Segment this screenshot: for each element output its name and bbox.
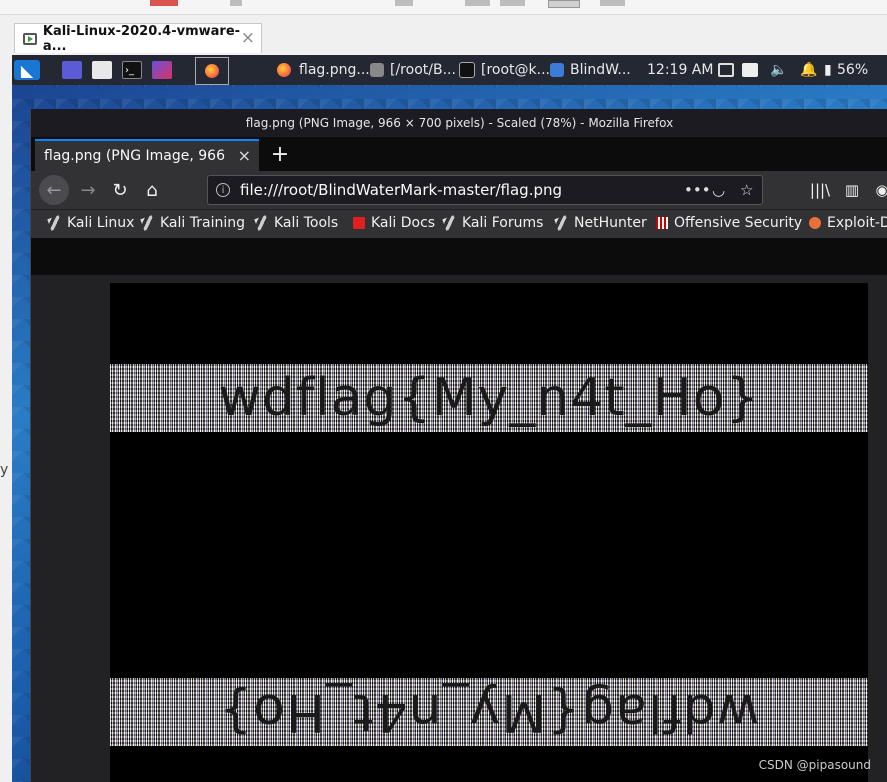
bookmark-star-icon[interactable]: ☆ bbox=[740, 181, 753, 199]
battery-level: 56% bbox=[837, 62, 869, 78]
bookmark-kali-linux[interactable]: Kali Linux bbox=[47, 215, 135, 231]
kali-dragon-icon bbox=[554, 215, 570, 231]
bookmark-nethunter[interactable]: NetHunter bbox=[554, 215, 647, 231]
watermark-band-top: wdflag{My_n4t_Ho} bbox=[110, 364, 868, 432]
taskbar-label: [/root/B... bbox=[390, 62, 456, 78]
watermark-text-bottom: wdflag{My_n4t_Ho} bbox=[218, 682, 760, 742]
taskbar-item-firefox[interactable]: flag.png... bbox=[277, 60, 370, 80]
folder-icon bbox=[550, 63, 564, 77]
battery-icon[interactable]: ▮ bbox=[824, 60, 832, 80]
terminal-icon[interactable]: ›_ bbox=[122, 60, 142, 80]
kali-dragon-icon bbox=[47, 215, 63, 231]
watermark-band-bottom: wdflag{My_n4t_Ho} bbox=[110, 678, 868, 746]
tab-label: flag.png (PNG Image, 966 bbox=[44, 148, 225, 164]
text-editor-icon bbox=[370, 63, 384, 77]
library-icon[interactable]: |||\ bbox=[805, 175, 835, 205]
new-tab-button[interactable]: + bbox=[265, 139, 295, 169]
forward-arrow-icon[interactable]: → bbox=[73, 175, 103, 205]
taskbar-item-editor[interactable]: [/root/B... bbox=[370, 60, 456, 80]
edge-glyph: y bbox=[0, 462, 9, 478]
bookmark-label: Offensive Security bbox=[674, 215, 803, 231]
vm-tab-title: Kali-Linux-2020.4-vmware-a... bbox=[42, 23, 241, 54]
host-toolbar-button[interactable] bbox=[465, 0, 490, 6]
bookmarks-toolbar: Kali Linux Kali Training Kali Tools Kali… bbox=[31, 209, 887, 238]
url-bar[interactable]: i file:///root/BlindWaterMark-master/fla… bbox=[207, 175, 763, 205]
url-text[interactable]: file:///root/BlindWaterMark-master/flag.… bbox=[240, 181, 562, 199]
bookmark-kali-docs[interactable]: Kali Docs bbox=[353, 215, 435, 231]
host-toolbar-button[interactable] bbox=[230, 0, 242, 6]
kali-dragon-icon bbox=[442, 215, 458, 231]
taskbar-item-terminal[interactable]: [root@k... bbox=[459, 60, 550, 80]
tab-strip: flag.png (PNG Image, 966 × + bbox=[31, 137, 887, 171]
bookmark-label: NetHunter bbox=[574, 215, 647, 231]
taskbar-label: BlindW... bbox=[570, 62, 631, 78]
flag-image[interactable]: wdflag{My_n4t_Ho} wdflag{My_n4t_Ho} bbox=[110, 283, 868, 782]
bookmark-kali-training[interactable]: Kali Training bbox=[140, 215, 245, 231]
xfce-panel: ◣ ›_ flag.png... [/root/B... [root@k... … bbox=[12, 55, 887, 85]
navigation-toolbar: ← → ↻ ⌂ i file:///root/BlindWaterMark-ma… bbox=[31, 171, 887, 209]
close-icon[interactable]: × bbox=[238, 146, 251, 165]
taskbar-label: [root@k... bbox=[481, 62, 550, 78]
guest-screen: ◣ ›_ flag.png... [/root/B... [root@k... … bbox=[12, 55, 887, 782]
notification-bell-icon[interactable]: 🔔 bbox=[800, 60, 817, 80]
info-icon[interactable]: i bbox=[216, 183, 230, 197]
bookmark-label: Kali Linux bbox=[67, 215, 135, 231]
offsec-icon bbox=[656, 217, 668, 229]
credit-watermark: CSDN @pipasound bbox=[758, 758, 871, 772]
bookmark-kali-tools[interactable]: Kali Tools bbox=[254, 215, 339, 231]
firefox-window: flag.png (PNG Image, 966 × 700 pixels) -… bbox=[30, 109, 887, 782]
host-toolbar-button[interactable] bbox=[395, 0, 413, 6]
bookmark-offensive-security[interactable]: Offensive Security bbox=[656, 215, 802, 231]
pdf-icon bbox=[353, 217, 365, 229]
back-arrow-icon[interactable]: ← bbox=[39, 175, 69, 205]
close-icon[interactable]: × bbox=[241, 28, 255, 48]
volume-icon[interactable]: 🔈 bbox=[770, 60, 787, 80]
vm-icon bbox=[23, 32, 37, 45]
bookmark-label: Kali Forums bbox=[462, 215, 544, 231]
vm-tab[interactable]: Kali-Linux-2020.4-vmware-a... × bbox=[14, 23, 262, 54]
display-icon[interactable] bbox=[718, 60, 734, 80]
clock[interactable]: 12:19 AM bbox=[647, 60, 713, 80]
pocket-icon[interactable]: ◡ bbox=[712, 181, 725, 199]
host-toolbar-button[interactable] bbox=[150, 0, 178, 6]
terminal-icon bbox=[459, 62, 475, 78]
page-actions-icon[interactable]: ••• bbox=[684, 181, 711, 199]
bookmark-label: Kali Docs bbox=[371, 215, 436, 231]
firefox-icon bbox=[277, 63, 291, 77]
tab-flag-png[interactable]: flag.png (PNG Image, 966 × bbox=[35, 139, 259, 171]
host-toolbar-button[interactable] bbox=[548, 0, 580, 8]
bookmark-exploit-db[interactable]: Exploit-D bbox=[809, 215, 887, 231]
window-title[interactable]: flag.png (PNG Image, 966 × 700 pixels) -… bbox=[31, 109, 887, 137]
host-toolbar bbox=[0, 0, 887, 15]
bookmark-kali-forums[interactable]: Kali Forums bbox=[442, 215, 544, 231]
exploit-db-icon bbox=[809, 217, 821, 229]
bookmark-label: Exploit-D bbox=[827, 215, 887, 231]
show-desktop-icon[interactable] bbox=[62, 60, 82, 80]
page-content: wdflag{My_n4t_Ho} wdflag{My_n4t_Ho} bbox=[31, 275, 887, 782]
account-icon[interactable]: ◉ bbox=[867, 175, 887, 205]
keyboard-layout-icon[interactable] bbox=[742, 60, 758, 80]
bookmark-label: Kali Tools bbox=[274, 215, 339, 231]
watermark-text-top: wdflag{My_n4t_Ho} bbox=[218, 368, 760, 428]
home-icon[interactable]: ⌂ bbox=[137, 175, 167, 205]
host-toolbar-button[interactable] bbox=[500, 0, 525, 6]
firefox-launcher-icon[interactable] bbox=[195, 57, 229, 85]
screen-recorder-icon[interactable] bbox=[152, 60, 172, 80]
taskbar-item-folder[interactable]: BlindW... bbox=[550, 60, 631, 80]
kali-menu-icon[interactable]: ◣ bbox=[14, 60, 40, 80]
file-manager-icon[interactable] bbox=[92, 60, 112, 80]
kali-dragon-icon bbox=[254, 215, 270, 231]
bookmark-label: Kali Training bbox=[160, 215, 245, 231]
reload-icon[interactable]: ↻ bbox=[105, 175, 135, 205]
kali-dragon-icon bbox=[140, 215, 156, 231]
host-toolbar-button[interactable] bbox=[600, 0, 625, 6]
sidebar-icon[interactable]: ▥ bbox=[837, 175, 867, 205]
taskbar-label: flag.png... bbox=[299, 62, 370, 78]
